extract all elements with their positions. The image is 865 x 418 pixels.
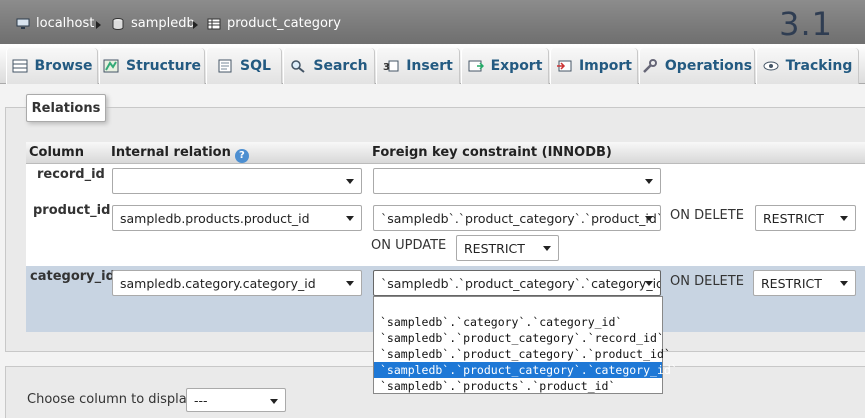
tab-search-label: Search	[313, 58, 368, 74]
breadcrumb-separator	[193, 21, 198, 29]
dropdown-option[interactable]: `sampledb`.`products`.`product_id`	[374, 378, 662, 394]
server-icon	[16, 18, 30, 29]
chevron-down-icon	[346, 281, 354, 286]
table-row: record_id	[26, 164, 865, 198]
tab-browse-label: Browse	[34, 58, 93, 74]
tracking-icon	[763, 61, 779, 71]
search-icon	[291, 60, 306, 73]
breadcrumb-database[interactable]: sampledb	[111, 16, 195, 31]
header-internal-relation-label: Internal relation	[111, 145, 231, 160]
tab-operations[interactable]: Operations	[639, 48, 755, 84]
svg-text:3: 3	[383, 62, 390, 73]
foreign-key-select[interactable]	[373, 168, 661, 194]
tab-bar: Browse Structure SQL Search 3 Insert Exp…	[0, 44, 865, 84]
insert-icon: 3	[383, 60, 399, 73]
export-icon	[468, 60, 484, 72]
browse-icon	[12, 59, 28, 73]
sql-icon	[218, 59, 232, 73]
table-row: product_id sampledb.products.product_id …	[26, 198, 865, 266]
column-name: category_id	[30, 269, 115, 284]
tab-search[interactable]: Search	[283, 48, 375, 84]
column-name: record_id	[37, 167, 105, 182]
on-delete-select[interactable]: RESTRICT	[755, 205, 856, 231]
internal-relation-value: sampledb.products.product_id	[120, 210, 310, 226]
on-update-label: ON UPDATE	[371, 238, 447, 253]
on-update-value: RESTRICT	[464, 240, 525, 256]
tab-structure[interactable]: Structure	[99, 48, 205, 84]
internal-relation-select[interactable]: sampledb.category.category_id	[112, 270, 362, 296]
on-delete-value: RESTRICT	[763, 210, 824, 226]
chevron-down-icon	[840, 281, 848, 286]
tab-insert[interactable]: 3 Insert	[376, 48, 460, 84]
column-name: product_id	[33, 203, 111, 218]
database-icon	[112, 17, 124, 30]
dropdown-option-selected[interactable]: `sampledb`.`product_category`.`category_…	[374, 362, 678, 378]
header-internal-relation: Internal relation?	[111, 145, 249, 163]
tab-sql[interactable]: SQL	[206, 48, 282, 84]
help-icon[interactable]: ?	[234, 149, 249, 163]
on-delete-label: ON DELETE	[670, 274, 744, 289]
tab-export-label: Export	[490, 58, 543, 74]
relations-legend: Relations	[26, 94, 106, 122]
tab-insert-label: Insert	[406, 58, 453, 74]
internal-relation-select[interactable]	[112, 168, 362, 194]
display-column-select[interactable]: ---	[186, 388, 286, 412]
structure-icon	[103, 59, 119, 73]
chevron-down-icon	[346, 179, 354, 184]
chevron-down-icon	[645, 179, 653, 184]
on-delete-label: ON DELETE	[670, 208, 744, 223]
foreign-key-select[interactable]: `sampledb`.`product_category`.`product_i…	[373, 205, 661, 231]
tab-tracking-label: Tracking	[785, 58, 853, 74]
chevron-down-icon	[645, 216, 653, 221]
foreign-key-select[interactable]: `sampledb`.`product_category`.`category_…	[373, 270, 661, 296]
header-foreign-key: Foreign key constraint (INNODB)	[372, 145, 612, 160]
foreign-key-dropdown-list: `sampledb`.`category`.`category_id` `sam…	[373, 296, 678, 394]
chevron-down-icon	[543, 246, 551, 251]
breadcrumb-table[interactable]: product_category	[207, 16, 341, 31]
display-column-label: Choose column to display:	[27, 392, 198, 407]
chevron-down-icon	[840, 216, 848, 221]
dropdown-option[interactable]: `sampledb`.`product_category`.`record_id…	[374, 330, 664, 346]
breadcrumb-bar: localhost sampledb product_category 3.1	[0, 0, 865, 44]
chevron-down-icon	[270, 399, 278, 404]
tab-operations-label: Operations	[664, 58, 753, 74]
internal-relation-select[interactable]: sampledb.products.product_id	[112, 205, 362, 231]
import-icon	[556, 60, 572, 72]
relations-table-header: Column Internal relation? Foreign key co…	[26, 142, 865, 164]
on-update-select[interactable]: RESTRICT	[456, 235, 559, 261]
internal-relation-value: sampledb.category.category_id	[120, 275, 316, 291]
breadcrumb-separator	[96, 21, 101, 29]
header-column: Column	[29, 145, 84, 160]
tab-import[interactable]: Import	[550, 48, 638, 84]
tab-browse[interactable]: Browse	[6, 48, 98, 84]
foreign-key-value: `sampledb`.`product_category`.`product_i…	[381, 210, 661, 226]
version-label: 3.1	[779, 5, 833, 43]
tab-sql-label: SQL	[240, 58, 271, 74]
operations-icon	[643, 59, 657, 73]
foreign-key-value: `sampledb`.`product_category`.`category_…	[381, 275, 661, 291]
tab-import-label: Import	[578, 58, 633, 74]
breadcrumb-server-label: localhost	[36, 16, 95, 31]
on-delete-select[interactable]: RESTRICT	[753, 270, 856, 296]
display-column-value: ---	[194, 392, 208, 408]
breadcrumb-server[interactable]: localhost	[16, 16, 94, 31]
table-icon	[207, 18, 221, 29]
breadcrumb-database-label: sampledb	[131, 16, 195, 31]
tab-tracking[interactable]: Tracking	[756, 48, 859, 84]
dropdown-option[interactable]: `sampledb`.`category`.`category_id`	[374, 314, 662, 330]
tab-export[interactable]: Export	[461, 48, 549, 84]
chevron-down-icon	[346, 216, 354, 221]
dropdown-option[interactable]: `sampledb`.`product_category`.`product_i…	[374, 346, 671, 362]
chevron-down-icon	[645, 281, 653, 286]
on-delete-value: RESTRICT	[761, 275, 822, 291]
tab-structure-label: Structure	[125, 58, 201, 74]
breadcrumb-table-label: product_category	[227, 16, 341, 31]
